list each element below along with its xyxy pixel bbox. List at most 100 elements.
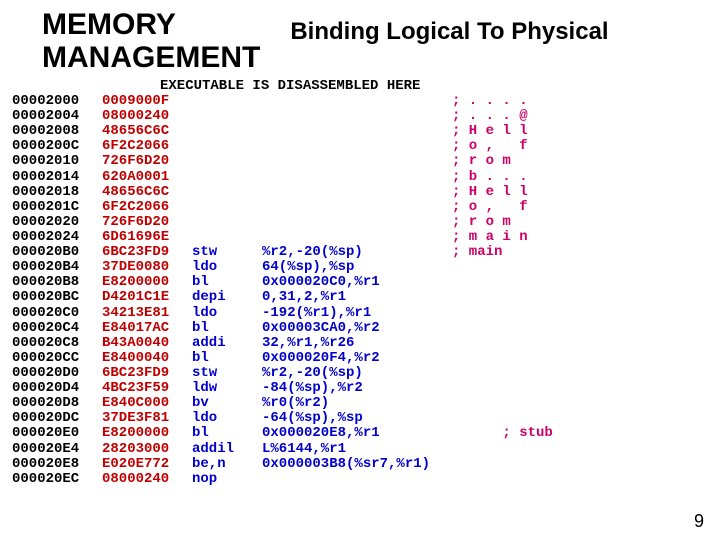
bytes: 6F2C2066: [102, 139, 192, 154]
mnemonic: nop: [192, 472, 262, 487]
operands: 32,%r1,%r26: [262, 336, 452, 351]
addr: 000020BC: [12, 290, 102, 305]
addr: 000020D8: [12, 396, 102, 411]
addr: 000020EC: [12, 472, 102, 487]
bytes: D4201C1E: [102, 290, 192, 305]
mnemonic: addi: [192, 336, 262, 351]
bytes: E020E772: [102, 457, 192, 472]
listing-row: 0000201848656C6C; H e l l: [12, 185, 720, 200]
listing-row: 000020BCD4201C1Edepi0,31,2,%r1: [12, 290, 720, 305]
mnemonic: bl: [192, 351, 262, 366]
mnemonic: bl: [192, 426, 262, 441]
operands: 0x000020F4,%r2: [262, 351, 452, 366]
listing-row: 000020000009000F; . . . .: [12, 94, 720, 109]
comment: ; stub: [452, 426, 553, 441]
listing-row: 000020B06BC23FD9stw%r2,-20(%sp); main: [12, 245, 720, 260]
bytes: 37DE3F81: [102, 411, 192, 426]
listing-row: 00002020726F6D20 ; r o m: [12, 215, 720, 230]
listing-row: 000020C8B43A0040addi32,%r1,%r26: [12, 336, 720, 351]
addr: 0000201C: [12, 200, 102, 215]
operands: -192(%r1),%r1: [262, 306, 452, 321]
mnemonic: stw: [192, 245, 262, 260]
listing-row: 000020B8E8200000bl0x000020C0,%r1: [12, 275, 720, 290]
operands: %r2,-20(%sp): [262, 366, 452, 381]
bytes: 726F6D20: [102, 154, 192, 169]
listing-row: 000020E8E020E772be,n0x000003B8(%sr7,%r1): [12, 457, 720, 472]
listing-row: 000020C4E84017ACbl0x00003CA0,%r2: [12, 321, 720, 336]
comment: ; b . . .: [452, 170, 528, 185]
listing-row: 000020246D61696E; m a i n: [12, 230, 720, 245]
addr: 000020E4: [12, 442, 102, 457]
operands: 0,31,2,%r1: [262, 290, 452, 305]
addr: 000020C8: [12, 336, 102, 351]
bytes: B43A0040: [102, 336, 192, 351]
addr: 00002020: [12, 215, 102, 230]
operands: 0x000020E8,%r1: [262, 426, 452, 441]
listing-row: 000020E428203000addilL%6144,%r1: [12, 442, 720, 457]
addr: 00002024: [12, 230, 102, 245]
operands: %r0(%r2): [262, 396, 452, 411]
operands: L%6144,%r1: [262, 442, 452, 457]
addr: 00002014: [12, 170, 102, 185]
bytes: E8400040: [102, 351, 192, 366]
addr: 000020B0: [12, 245, 102, 260]
comment: ; H e l l: [452, 185, 528, 200]
mnemonic: bv: [192, 396, 262, 411]
comment: ; . . . @: [452, 109, 528, 124]
listing-row: 000020C034213E81ldo-192(%r1),%r1: [12, 306, 720, 321]
slide-header: MEMORY MANAGEMENT Binding Logical To Phy…: [0, 0, 720, 74]
mnemonic: bl: [192, 275, 262, 290]
operands: -84(%sp),%r2: [262, 381, 452, 396]
addr: 000020B8: [12, 275, 102, 290]
banner-text: EXECUTABLE IS DISASSEMBLED HERE: [0, 78, 720, 94]
listing-row: 00002014620A0001 ; b . . .: [12, 170, 720, 185]
mnemonic: be,n: [192, 457, 262, 472]
operands: 0x00003CA0,%r2: [262, 321, 452, 336]
addr: 000020D4: [12, 381, 102, 396]
listing-row: 000020D8E840C000bv%r0(%r2): [12, 396, 720, 411]
bytes: 34213E81: [102, 306, 192, 321]
listing-row: 000020D44BC23F59ldw-84(%sp),%r2: [12, 381, 720, 396]
bytes: 08000240: [102, 472, 192, 487]
comment: ; . . . .: [452, 94, 528, 109]
disassembly-listing: 000020000009000F; . . . .000020040800024…: [0, 94, 720, 487]
addr: 00002008: [12, 124, 102, 139]
bytes: 6F2C2066: [102, 200, 192, 215]
operands: -64(%sp),%sp: [262, 411, 452, 426]
bytes: 0009000F: [102, 94, 192, 109]
operands: 64(%sp),%sp: [262, 260, 452, 275]
mnemonic: bl: [192, 321, 262, 336]
mnemonic: ldo: [192, 306, 262, 321]
bytes: 28203000: [102, 442, 192, 457]
title-left-line2: MANAGEMENT: [42, 41, 260, 74]
addr: 000020C0: [12, 306, 102, 321]
bytes: 6D61696E: [102, 230, 192, 245]
listing-row: 000020DC37DE3F81ldo-64(%sp),%sp: [12, 411, 720, 426]
listing-row: 0000200C6F2C2066; o , f: [12, 139, 720, 154]
listing-row: 00002010726F6D20; r o m: [12, 154, 720, 169]
addr: 000020CC: [12, 351, 102, 366]
bytes: 6BC23FD9: [102, 366, 192, 381]
bytes: E84017AC: [102, 321, 192, 336]
mnemonic: ldw: [192, 381, 262, 396]
bytes: 48656C6C: [102, 185, 192, 200]
title-right: Binding Logical To Physical: [260, 8, 608, 46]
listing-row: 000020EC08000240nop: [12, 472, 720, 487]
bytes: 6BC23FD9: [102, 245, 192, 260]
mnemonic: depi: [192, 290, 262, 305]
addr: 000020E0: [12, 426, 102, 441]
bytes: E8200000: [102, 426, 192, 441]
listing-row: 0000200408000240; . . . @: [12, 109, 720, 124]
comment: ; main: [452, 245, 502, 260]
comment: ; r o m: [452, 215, 511, 230]
bytes: 726F6D20: [102, 215, 192, 230]
mnemonic: stw: [192, 366, 262, 381]
mnemonic: addil: [192, 442, 262, 457]
addr: 000020B4: [12, 260, 102, 275]
listing-row: 000020D06BC23FD9stw%r2,-20(%sp): [12, 366, 720, 381]
listing-row: 0000200848656C6C; H e l l: [12, 124, 720, 139]
comment: ; r o m: [452, 154, 511, 169]
listing-row: 000020B437DE0080ldo64(%sp),%sp: [12, 260, 720, 275]
bytes: 620A0001: [102, 170, 192, 185]
listing-row: 0000201C6F2C2066; o , f: [12, 200, 720, 215]
